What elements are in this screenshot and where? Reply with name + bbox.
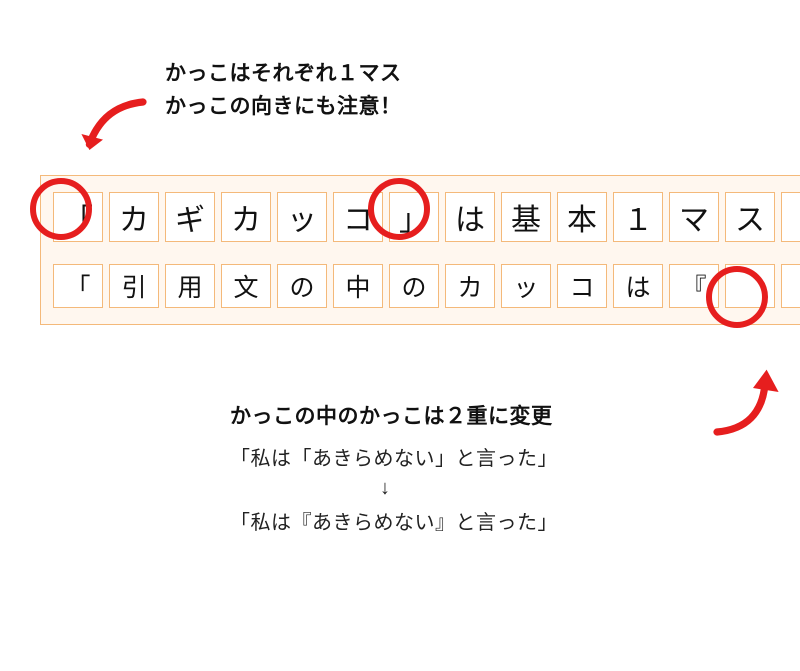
cell: は: [613, 264, 663, 308]
cell: 基: [501, 192, 551, 242]
cell: 『: [669, 264, 719, 308]
example-before: 「私は「あきらめない」と言った」: [230, 442, 710, 471]
cell: ッ: [277, 192, 327, 242]
cell: 「: [53, 192, 103, 242]
cell: 本: [557, 192, 607, 242]
cell: １: [613, 192, 663, 242]
cell: 用: [165, 264, 215, 308]
example-after: 「私は『あきらめない』と言った」: [230, 506, 710, 535]
cell: ス: [725, 192, 775, 242]
cell: 文: [221, 264, 271, 308]
cell: ギ: [165, 192, 215, 242]
manuscript-grid: 「 カ ギ カ ッ コ 」 は 基 本 １ マ ス 「 引 用 文 の 中 の …: [40, 175, 800, 325]
top-caption-line2: かっこの向きにも注意！: [165, 91, 402, 124]
cell: は: [445, 192, 495, 242]
cell-overflow: [781, 264, 800, 308]
cell: の: [389, 264, 439, 308]
cell: カ: [109, 192, 159, 242]
grid-row-1: 「 カ ギ カ ッ コ 」 は 基 本 １ マ ス: [49, 192, 800, 242]
down-arrow-icon: ↓: [230, 477, 710, 500]
cell-overflow: [781, 192, 800, 242]
cell: 中: [333, 264, 383, 308]
cell: [725, 264, 775, 308]
cell: 「: [53, 264, 103, 308]
cell: の: [277, 264, 327, 308]
cell: コ: [333, 192, 383, 242]
cell: カ: [221, 192, 271, 242]
bottom-title: かっこの中のかっこは２重に変更: [230, 400, 710, 430]
cell: マ: [669, 192, 719, 242]
top-caption: かっこはそれぞれ１マス かっこの向きにも注意！: [165, 58, 402, 123]
bottom-explanation: かっこの中のかっこは２重に変更 「私は「あきらめない」と言った」 ↓ 「私は『あ…: [230, 400, 710, 541]
arrow-bottom-icon: [705, 355, 785, 445]
grid-row-2: 「 引 用 文 の 中 の カ ッ コ は 『: [49, 264, 800, 308]
top-caption-line1: かっこはそれぞれ１マス: [165, 58, 402, 91]
cell: 」: [389, 192, 439, 242]
cell: カ: [445, 264, 495, 308]
cell: コ: [557, 264, 607, 308]
arrow-top-icon: [70, 90, 160, 170]
cell: 引: [109, 264, 159, 308]
cell: ッ: [501, 264, 551, 308]
